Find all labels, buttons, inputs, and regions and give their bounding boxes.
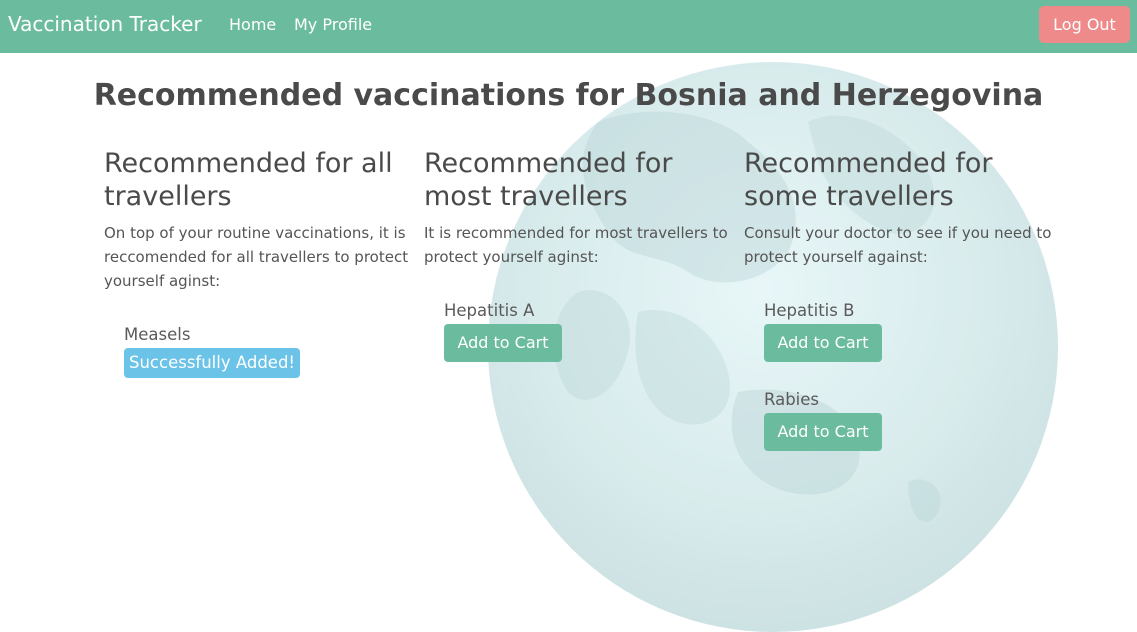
description-line: It is recommended for most travellers to xyxy=(424,224,728,242)
add-to-cart-button[interactable]: Add to Cart xyxy=(444,324,562,362)
vaccine-name: Rabies xyxy=(764,390,820,409)
vaccine-name: Hepatitis A xyxy=(444,301,535,320)
page-title: Recommended vaccinations for Bosnia and … xyxy=(93,78,1044,113)
vaccine-item-rabies: Rabies Add to Cart xyxy=(764,389,882,451)
column-heading: Recommended for most travellers xyxy=(424,147,724,213)
column-all-travellers: Recommended for all travellers On top of… xyxy=(104,147,408,293)
column-most-travellers: Recommended for most travellers It is re… xyxy=(424,147,728,269)
vaccine-item-hepatitis-b: Hepatitis B Add to Cart xyxy=(764,300,882,362)
column-heading-line1: Recommended for xyxy=(424,148,673,179)
vaccine-item-hepatitis-a: Hepatitis A Add to Cart xyxy=(444,300,562,362)
column-description: On top of your routine vaccinations, it … xyxy=(104,221,408,293)
success-added-badge: Successfully Added! xyxy=(124,348,301,378)
description-line: protect yourself aginst: xyxy=(424,248,599,266)
nav-link-home[interactable]: Home xyxy=(229,15,276,34)
column-heading-line2: some travellers xyxy=(744,181,954,212)
description-line: reccomended for all travellers to protec… xyxy=(104,248,409,266)
logout-button[interactable]: Log Out xyxy=(1039,6,1130,43)
column-description: Consult your doctor to see if you need t… xyxy=(744,221,1051,269)
column-heading-line2: most travellers xyxy=(424,181,628,212)
column-heading-line1: Recommended for xyxy=(744,148,993,179)
column-heading: Recommended for some travellers xyxy=(744,147,1044,213)
column-heading-line1: Recommended for all xyxy=(104,148,393,179)
vaccine-name: Measels xyxy=(124,325,191,344)
brand-title[interactable]: Vaccination Tracker xyxy=(8,12,202,36)
column-description: It is recommended for most travellers to… xyxy=(424,221,728,269)
column-heading-line2: travellers xyxy=(104,181,232,212)
add-to-cart-button[interactable]: Add to Cart xyxy=(764,324,882,362)
navbar: Vaccination Tracker Home My Profile Log … xyxy=(0,0,1137,53)
description-line: protect yourself against: xyxy=(744,248,928,266)
vaccine-item-measels: Measels Successfully Added! xyxy=(124,324,301,378)
vaccine-name: Hepatitis B xyxy=(764,301,855,320)
description-line: yourself aginst: xyxy=(104,272,221,290)
description-line: Consult your doctor to see if you need t… xyxy=(744,224,1052,242)
column-heading: Recommended for all travellers xyxy=(104,147,404,213)
column-some-travellers: Recommended for some travellers Consult … xyxy=(744,147,1051,269)
nav-link-my-profile[interactable]: My Profile xyxy=(294,15,372,34)
add-to-cart-button[interactable]: Add to Cart xyxy=(764,413,882,451)
description-line: On top of your routine vaccinations, it … xyxy=(104,224,406,242)
